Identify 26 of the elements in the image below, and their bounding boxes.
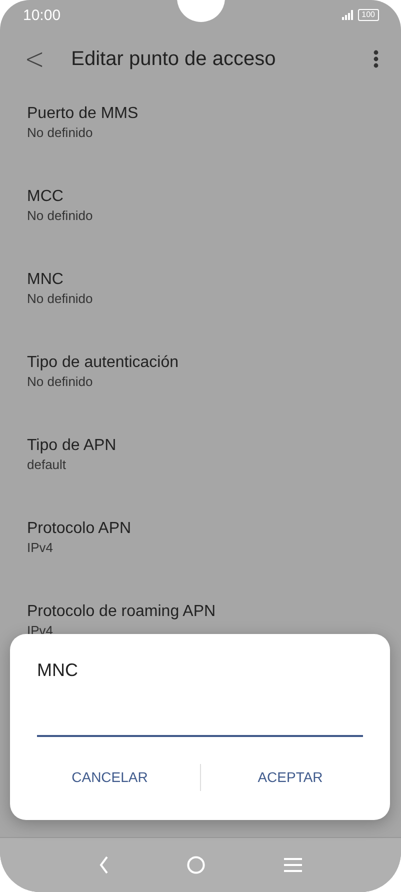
setting-title[interactable]: Tipo de autenticación bbox=[27, 353, 374, 373]
home-icon[interactable] bbox=[187, 856, 206, 874]
setting-title[interactable]: Puerto de MMS bbox=[27, 104, 374, 124]
setting-title[interactable]: Tipo de APN bbox=[27, 436, 374, 456]
menu-icon[interactable] bbox=[284, 858, 302, 872]
dialog-button[interactable]: ACEPTAR bbox=[200, 763, 380, 791]
setting-value: No definido bbox=[27, 373, 94, 390]
battery-level: 100 bbox=[358, 9, 379, 21]
setting-title[interactable]: Protocolo APN bbox=[27, 519, 374, 539]
setting-value: No definido bbox=[27, 124, 94, 141]
screen-title: Editar punto de acceso bbox=[71, 48, 277, 70]
dialog-button[interactable]: CANCELAR bbox=[20, 763, 200, 791]
setting-value: No definido bbox=[27, 290, 94, 307]
status-time: 10:00 bbox=[23, 6, 61, 24]
setting-title[interactable]: MCC bbox=[27, 187, 374, 207]
dialog-title: MNC bbox=[37, 660, 79, 681]
camera-notch bbox=[176, 0, 224, 22]
setting-title[interactable]: MNC bbox=[27, 270, 374, 290]
back-icon[interactable] bbox=[99, 856, 110, 874]
back-button[interactable]: < bbox=[16, 42, 53, 76]
signal-icon bbox=[342, 10, 354, 20]
setting-value: IPv4 bbox=[27, 539, 54, 556]
setting-value: No definido bbox=[27, 207, 94, 224]
setting-value: default bbox=[27, 456, 68, 473]
setting-title[interactable]: Protocolo de roaming APN bbox=[27, 602, 374, 622]
more-options-icon[interactable] bbox=[373, 50, 379, 68]
